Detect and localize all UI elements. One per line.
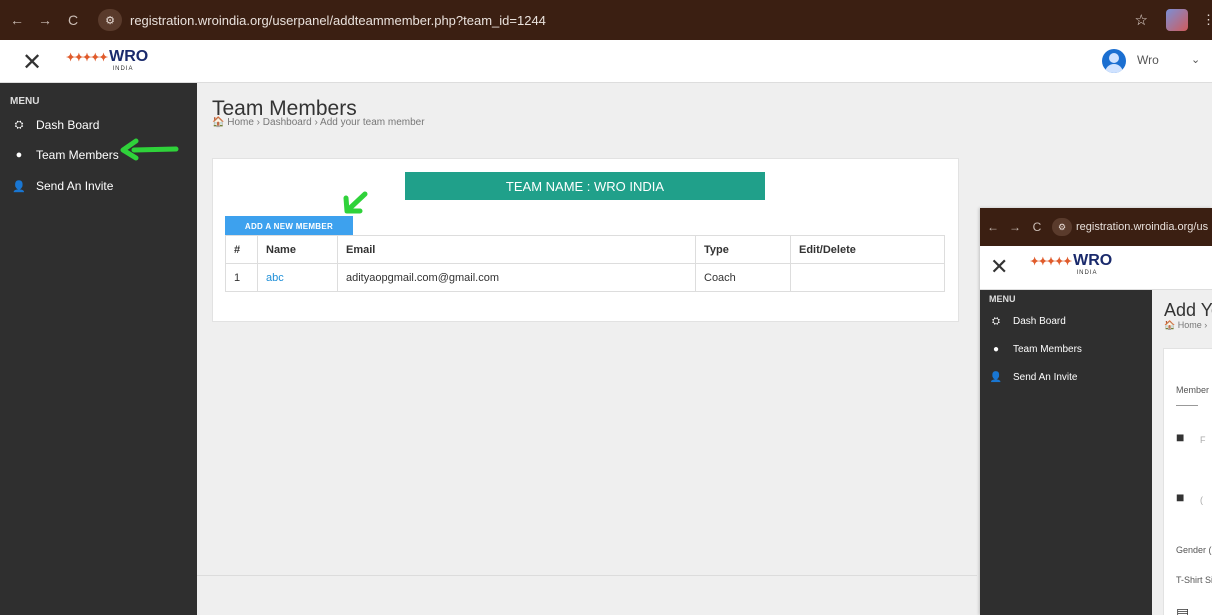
overlay-logo-figures-icon: ✦✦✦✦✦: [1030, 255, 1072, 268]
member-email: adityaopgmail.com@gmail.com: [337, 263, 696, 292]
overlay-sidebar-item-label: Team Members: [1013, 343, 1082, 355]
address-bar[interactable]: ⚙ registration.wroindia.org/userpanel/ad…: [92, 6, 1135, 34]
screenshot-root: ← → C ⚙ registration.wroindia.org/userpa…: [0, 0, 1212, 615]
overlay-url-text: registration.wroindia.org/us: [1076, 221, 1209, 233]
overlay-close-icon: ✕: [990, 254, 1009, 279]
overlay-document-icon: ▤: [1176, 605, 1190, 615]
overlay-browser-toolbar: ← → C ⚙ registration.wroindia.org/us: [980, 208, 1212, 246]
overlay-reload-icon: C: [1032, 220, 1042, 234]
overlay-user-plus-icon: 👤: [989, 371, 1003, 383]
site-settings-icon[interactable]: ⚙: [98, 9, 122, 31]
overlay-breadcrumb: 🏠 Home ›: [1164, 320, 1208, 330]
column-header-type: Type: [695, 235, 791, 264]
overlay-sidebar-item-label: Send An Invite: [1013, 371, 1078, 383]
column-header-email: Email: [337, 235, 696, 264]
overlay-back-icon: ←: [987, 220, 999, 234]
sidebar-item-send-invite[interactable]: 👤 Send An Invite: [12, 177, 113, 195]
forward-icon[interactable]: →: [34, 12, 56, 28]
menu-title: MENU: [10, 96, 40, 107]
close-menu-icon[interactable]: ✕: [22, 48, 42, 77]
overlay-user-icon: ■: [1176, 429, 1185, 445]
sidebar-item-dashboard[interactable]: ⛭ Dash Board: [12, 116, 100, 134]
overlay-content: Add Yo 🏠 Home › Member ■ F ■ ( Gender ( …: [1152, 290, 1212, 615]
logo-figures-icon: ✦✦✦✦✦: [66, 51, 108, 64]
browser-toolbar: ← → C ⚙ registration.wroindia.org/userpa…: [0, 0, 1212, 40]
column-header-name: Name: [257, 235, 338, 264]
overlay-sidebar-item-label: Dash Board: [1013, 315, 1066, 327]
team-members-table: # Name Email Type Edit/Delete 1 abc adit…: [225, 235, 945, 292]
table-header-row: # Name Email Type Edit/Delete: [225, 235, 945, 264]
overlay-user-circle-icon: ●: [992, 343, 1000, 355]
sidebar-item-label: Dash Board: [36, 118, 100, 132]
overlay-logo-subtitle: INDIA: [1076, 270, 1098, 276]
overlay-forward-icon: →: [1009, 220, 1021, 234]
green-arrow-down-left-icon: [343, 191, 368, 214]
reload-icon[interactable]: C: [62, 12, 84, 28]
user-plus-icon: 👤: [12, 180, 26, 193]
overlay-screenshot: ← → C ⚙ registration.wroindia.org/us ✕ ✦…: [980, 208, 1212, 615]
overlay-form-card: Member ■ F ■ ( Gender ( T-Shirt Si ▤: [1163, 348, 1212, 615]
column-header-edit-delete: Edit/Delete: [790, 235, 945, 264]
overlay-menu-title: MENU: [989, 294, 1016, 304]
user-name[interactable]: Wro: [1137, 53, 1159, 67]
row-number: 1: [225, 263, 258, 292]
breadcrumb[interactable]: 🏠 Home › Dashboard › Add your team membe…: [212, 117, 425, 128]
overlay-sidebar-item-team-members: ● Team Members: [989, 340, 1082, 358]
overlay-divider: [1176, 405, 1198, 406]
overlay-app-header: ✕ ✦✦✦✦✦ WRO INDIA: [980, 246, 1212, 290]
overlay-user-icon-2: ■: [1176, 489, 1185, 505]
app-header: ✕ ✦✦✦✦✦ WRO INDIA Wro ⌄: [0, 40, 1212, 83]
overlay-dashboard-icon: ⛭: [992, 315, 1000, 327]
overlay-gender-label: Gender (: [1176, 545, 1212, 555]
browser-menu-icon[interactable]: ⋮: [1202, 12, 1212, 28]
overlay-field-hint-1: F: [1200, 435, 1206, 445]
chevron-down-icon[interactable]: ⌄: [1191, 53, 1200, 66]
bookmark-star-icon[interactable]: ☆: [1135, 11, 1148, 29]
overlay-sidebar-item-dashboard: ⛭ Dash Board: [989, 312, 1066, 330]
overlay-sidebar: MENU ⛭ Dash Board ● Team Members 👤 Send …: [980, 290, 1152, 615]
dashboard-icon: ⛭: [14, 118, 24, 131]
footer-divider: [197, 575, 977, 576]
member-name-link[interactable]: abc: [266, 272, 284, 284]
wro-india-logo[interactable]: ✦✦✦✦✦ WRO INDIA: [66, 48, 166, 76]
sidebar-item-team-members[interactable]: ● Team Members: [12, 146, 119, 164]
team-name-banner: TEAM NAME : WRO INDIA: [405, 172, 765, 200]
url-text[interactable]: registration.wroindia.org/userpanel/addt…: [130, 13, 546, 28]
sidebar-item-label: Send An Invite: [36, 179, 114, 193]
overlay-site-settings-icon: ⚙: [1052, 218, 1072, 236]
member-type: Coach: [695, 263, 791, 292]
overlay-page-title: Add Yo: [1164, 300, 1212, 320]
overlay-member-label: Member: [1176, 385, 1210, 395]
edit-delete-cell[interactable]: [790, 263, 945, 292]
overlay-logo-text: WRO: [1073, 252, 1113, 269]
green-arrow-left-icon: [120, 138, 179, 161]
overlay-tshirt-label: T-Shirt Si: [1176, 575, 1212, 585]
user-circle-icon: ●: [15, 149, 23, 161]
table-row: 1 abc adityaopgmail.com@gmail.com Coach: [225, 263, 945, 292]
logo-text: WRO: [109, 48, 149, 65]
logo-subtitle: INDIA: [112, 66, 134, 72]
sidebar-item-label: Team Members: [36, 148, 119, 162]
sidebar: MENU ⛭ Dash Board ● Team Members 👤 Send …: [0, 83, 197, 615]
extension-icon[interactable]: [1166, 9, 1188, 31]
overlay-wro-logo: ✦✦✦✦✦ WRO INDIA: [1030, 252, 1130, 280]
add-new-member-button[interactable]: ADD A NEW MEMBER: [225, 216, 353, 236]
column-header-number: #: [225, 235, 258, 264]
overlay-sidebar-item-send-invite: 👤 Send An Invite: [989, 368, 1078, 386]
back-icon[interactable]: ←: [6, 12, 28, 28]
user-avatar-icon[interactable]: [1102, 49, 1126, 73]
overlay-field-hint-2: (: [1200, 495, 1203, 505]
